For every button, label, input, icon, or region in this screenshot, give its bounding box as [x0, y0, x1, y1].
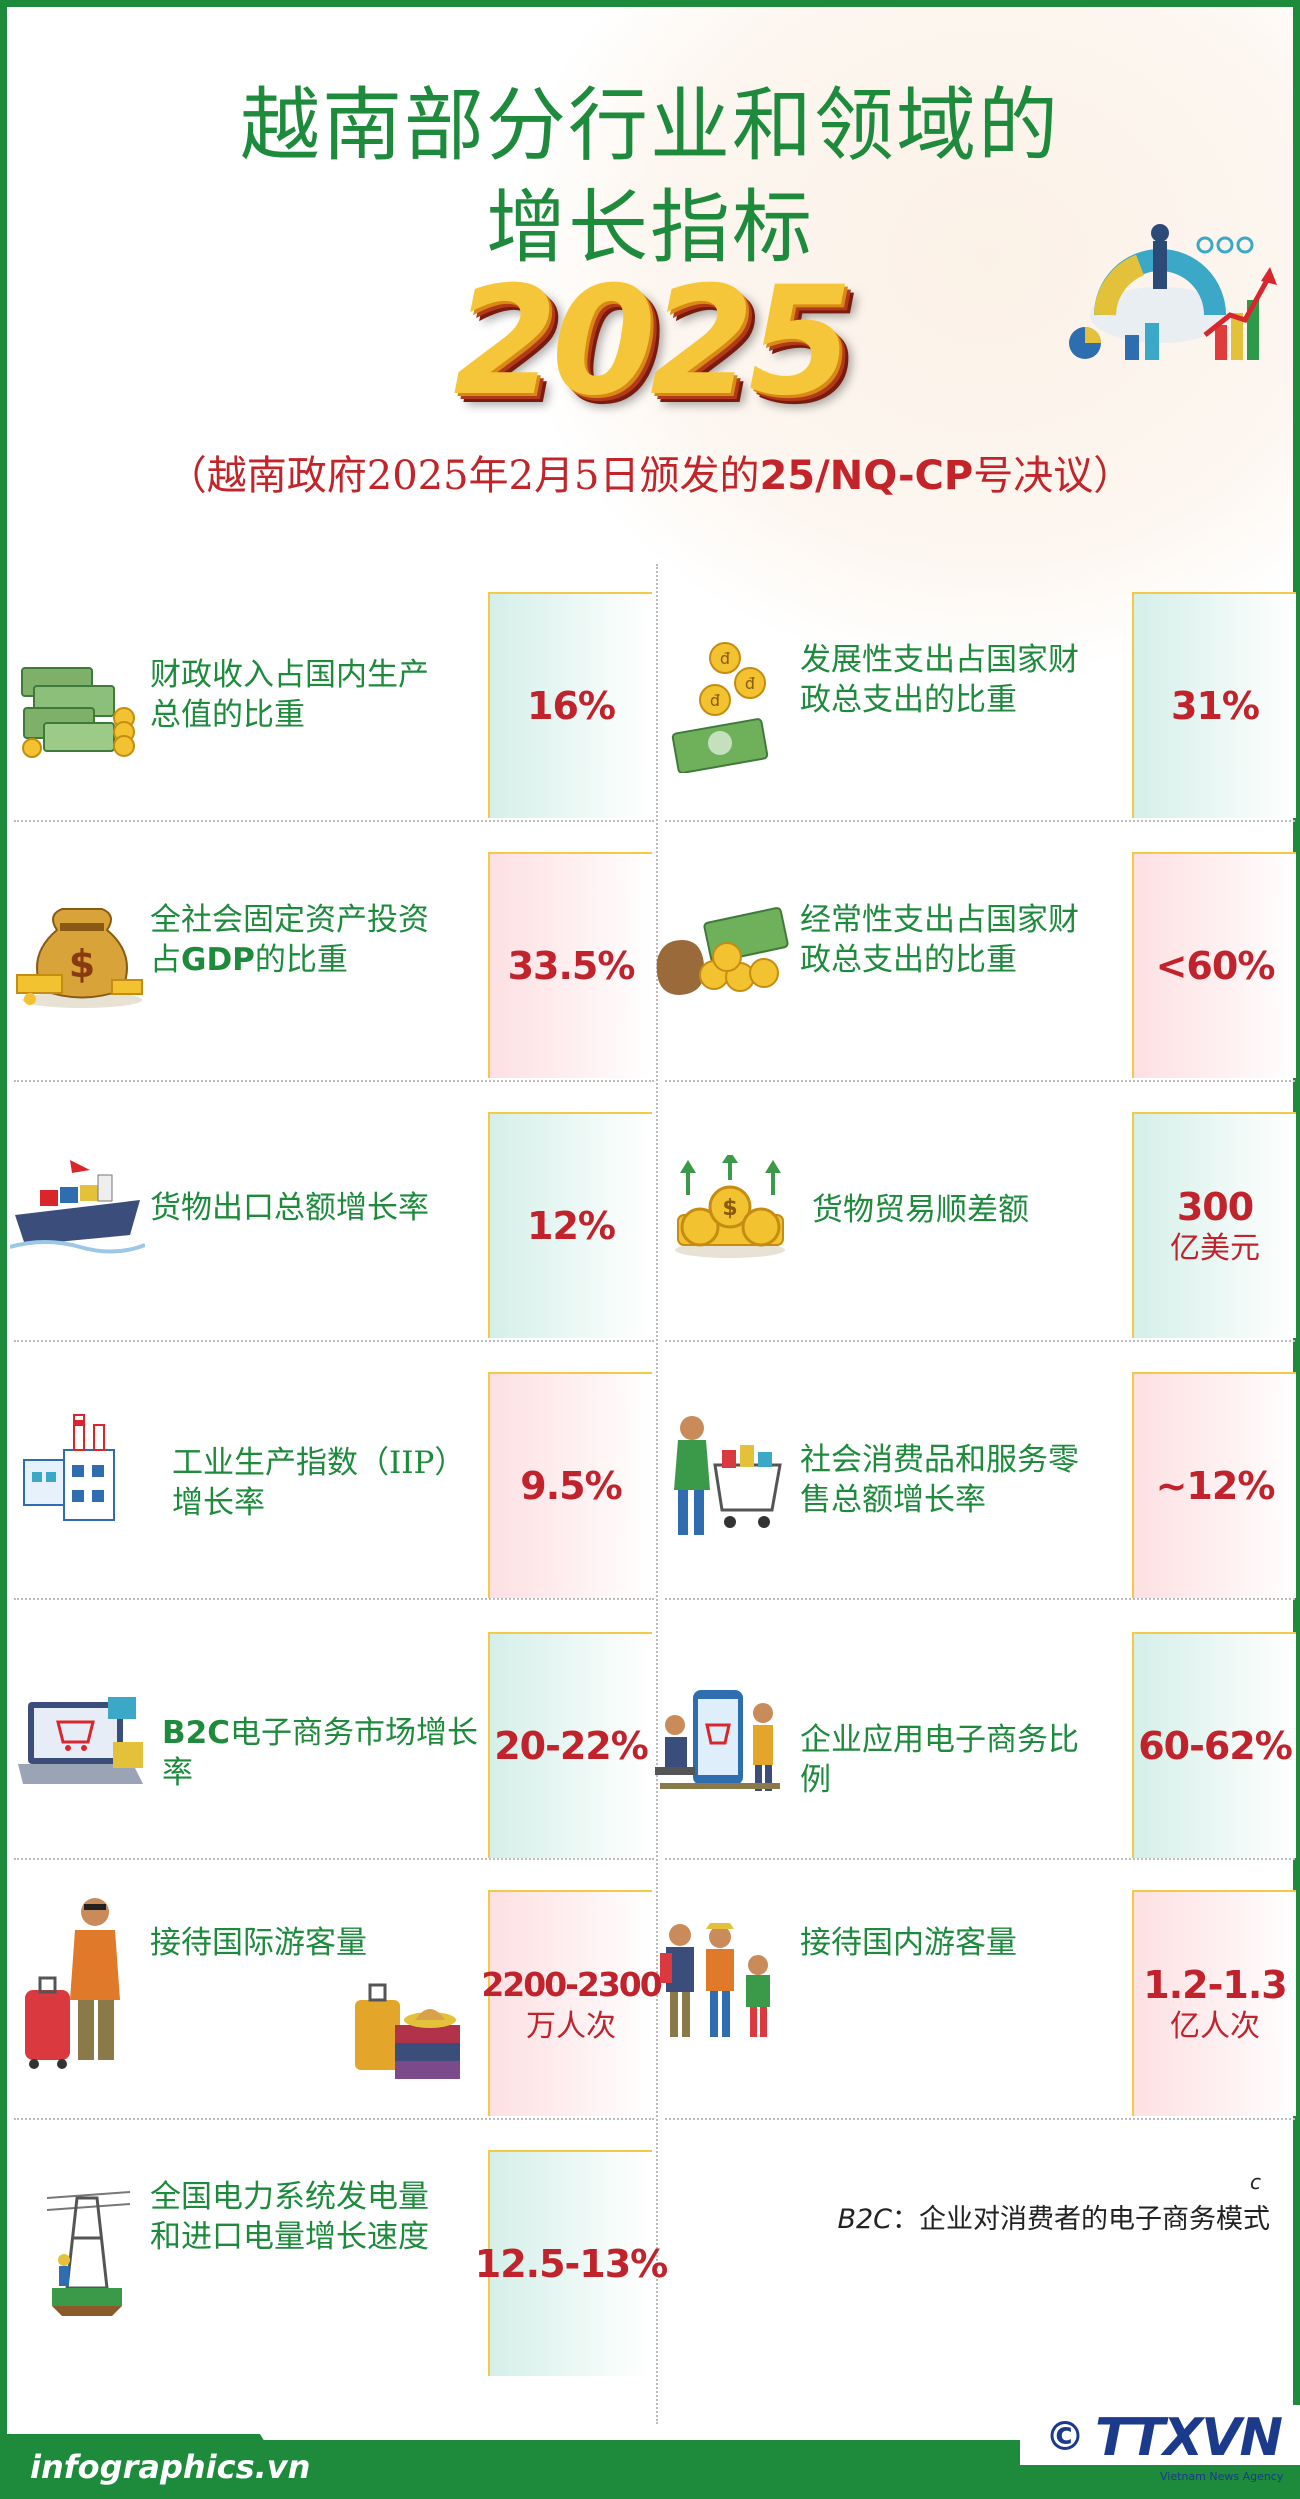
row-divider	[665, 2118, 1295, 2120]
indicator-value: 2200-2300	[481, 1965, 662, 2004]
row-divider	[14, 820, 654, 822]
indicator-label-bold: B2C	[162, 1715, 230, 1751]
indicator-label: 财政收入占国内生产 总值的比重	[150, 657, 429, 733]
subtitle-suffix: 号决议）	[973, 453, 1134, 499]
subtitle: （越南政府2025年2月5日颁发的25/NQ-CP号决议）	[0, 448, 1300, 504]
indicator-value-box: 1.2-1.3 亿人次	[1132, 1890, 1296, 2116]
row-divider	[665, 820, 1295, 822]
luggage-icon	[355, 1983, 460, 2079]
traveler-icon	[25, 1898, 120, 2069]
indicator-value: 12.5-13%	[474, 2242, 668, 2286]
svg-text:đ: đ	[710, 691, 720, 710]
indicator-label: 社会消费品和服务零 售总额增长率	[800, 1442, 1079, 1518]
indicator-value: ~12%	[1155, 1464, 1276, 1508]
indicator-value-box: 20-22%	[488, 1632, 652, 1858]
ttxvn-logo: TTXVN	[1095, 2408, 1283, 2468]
money-stack-icon	[21, 667, 135, 758]
row-divider	[14, 1340, 654, 1342]
indicator-label: 全国电力系统发电量 和进口电量增长速度	[150, 2179, 429, 2255]
money-bag-icon: $	[16, 908, 143, 1008]
indicator-value: 33.5%	[507, 944, 636, 988]
footer-site-link[interactable]: infographics.vn	[30, 2448, 310, 2486]
dong-coins-icon: đ đ đ	[671, 642, 769, 773]
copyright-icon: ©	[1045, 2414, 1085, 2460]
indicator-label-post: 的比重	[254, 942, 348, 978]
note-text: ：企业对消费者的电子商务模式	[892, 2204, 1270, 2235]
indicator-value-box: 2200-2300 万人次	[481, 1890, 663, 2116]
indicator-value: 16%	[527, 684, 616, 728]
indicator-label-bold: GDP	[181, 942, 255, 978]
row-divider	[665, 1080, 1295, 1082]
row-divider	[14, 2118, 654, 2120]
indicator-label: 经常性支出占国家财 政总支出的比重	[800, 902, 1079, 978]
indicator-value: 1.2-1.3	[1143, 1963, 1287, 2007]
indicator-value: 9.5%	[520, 1464, 622, 1508]
indicator-value: 60-62%	[1138, 1724, 1293, 1768]
indicator-label: 货物贸易顺差额	[812, 1192, 1029, 1228]
indicator-value: 31%	[1171, 684, 1260, 728]
page-title-line1: 越南部分行业和领域的	[240, 79, 1060, 172]
indicator-label: 货物出口总额增长率	[150, 1190, 429, 1226]
svg-text:đ: đ	[720, 649, 730, 668]
indicator-label: 接待国际游客量	[150, 1925, 367, 1961]
indicator-label: 全社会固定资产投资 占GDP的比重	[150, 900, 429, 980]
indicator-value-box: 60-62%	[1132, 1632, 1296, 1858]
indicator-value: <60%	[1155, 944, 1276, 988]
indicator-unit: 亿人次	[1170, 2009, 1260, 2044]
cargo-ship-icon	[10, 1160, 145, 1254]
coins-cash-icon	[656, 907, 789, 995]
indicator-value-box: 16%	[488, 592, 652, 818]
indicator-unit: 亿美元	[1170, 1231, 1260, 1266]
row-divider	[665, 1340, 1295, 1342]
column-divider	[656, 564, 658, 2424]
indicator-value-box: 31%	[1132, 592, 1296, 818]
indicator-value-box: 9.5%	[488, 1372, 652, 1598]
indicator-label: B2C电子商务市场增长 率	[162, 1713, 478, 1793]
shopping-cart-icon	[674, 1416, 782, 1535]
svg-text:đ: đ	[745, 674, 755, 693]
year-heading: 2025	[453, 255, 852, 429]
indicator-value: 12%	[527, 1204, 616, 1248]
indicator-value-box: <60%	[1132, 852, 1296, 1078]
subtitle-resolution: 25/NQ-CP	[759, 453, 974, 499]
laptop-shopping-icon	[18, 1697, 143, 1784]
note-term: B2C	[837, 2204, 892, 2235]
family-hikers-icon	[660, 1923, 770, 2037]
svg-text:$: $	[69, 942, 95, 986]
b2c-footnote: B2C：企业对消费者的电子商务模式	[790, 2202, 1270, 2238]
indicator-value-box: 33.5%	[488, 852, 652, 1078]
indicator-label: 企业应用电子商务比 例	[800, 1722, 1079, 1798]
ttxvn-logo-subtext: Vietnam News Agency	[1160, 2470, 1284, 2483]
note-marker: c	[1250, 2170, 1261, 2194]
row-divider	[14, 1080, 654, 1082]
indicator-label: 发展性支出占国家财 政总支出的比重	[800, 642, 1079, 718]
svg-text:$: $	[722, 1196, 737, 1221]
indicator-value-box: ~12%	[1132, 1372, 1296, 1598]
indicator-value: 20-22%	[494, 1724, 649, 1768]
indicator-label: 工业生产指数（IIP） 增长率	[172, 1445, 466, 1521]
analytics-illustration-icon	[1069, 224, 1277, 360]
row-divider	[665, 1858, 1295, 1860]
indicator-value-box: 300 亿美元	[1132, 1112, 1296, 1338]
indicator-label: 接待国内游客量	[800, 1925, 1017, 1961]
power-pylon-icon	[46, 2191, 131, 2316]
indicator-unit: 万人次	[526, 2009, 616, 2044]
factory-icon	[23, 1414, 115, 1521]
row-divider	[665, 1598, 1295, 1600]
indicator-value-box: 12.5-13%	[475, 2150, 668, 2376]
subtitle-prefix: （越南政府2025年2月5日颁发的	[166, 453, 760, 499]
row-divider	[14, 1858, 654, 1860]
phone-shop-icon	[655, 1690, 780, 1791]
indicator-value-box: 12%	[488, 1112, 652, 1338]
indicator-value: 300	[1176, 1185, 1254, 1229]
row-divider	[14, 1598, 654, 1600]
dollar-coins-arrows-icon: $	[675, 1155, 785, 1258]
